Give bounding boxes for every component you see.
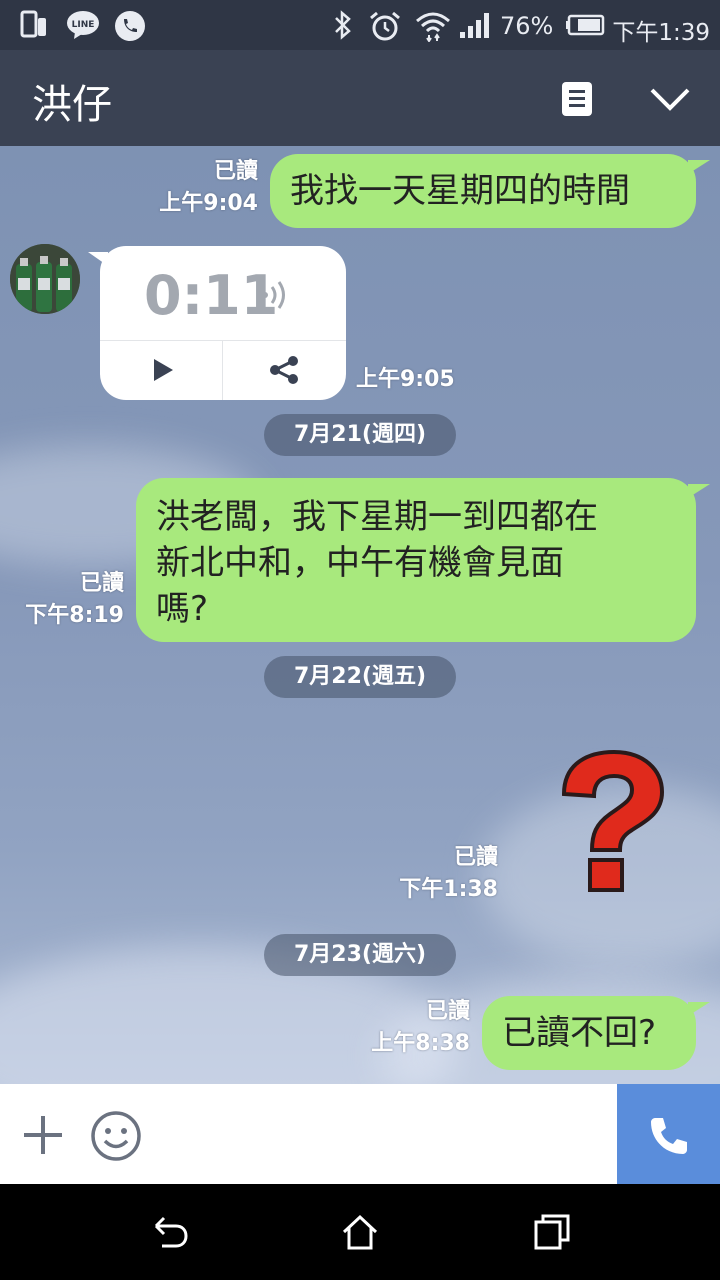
navigation-bar	[0, 1184, 720, 1280]
play-button[interactable]	[100, 341, 222, 400]
chat-header: 洪仔	[0, 50, 720, 146]
question-mark-sticker[interactable]	[550, 746, 670, 896]
message-meta: 已讀 上午9:04	[120, 156, 258, 220]
expand-menu-button[interactable]	[648, 84, 692, 114]
date-separator: 7月21(週四)	[264, 414, 456, 456]
phone-call-icon	[114, 10, 146, 46]
read-status: 已讀	[453, 845, 498, 870]
signal-icon	[458, 10, 492, 44]
bubble-tail	[688, 1002, 710, 1016]
emoji-icon	[90, 1111, 142, 1166]
play-icon	[152, 358, 174, 386]
chat-area[interactable]: 已讀 上午9:04 我找一天星期四的時間 0:11 上午9:05 7月21(週四…	[0, 146, 720, 1084]
message-time: 下午8:19	[25, 603, 124, 628]
date-separator: 7月22(週五)	[264, 656, 456, 698]
chevron-down-icon	[648, 88, 692, 118]
message-text: 我找一天星期四的時間	[290, 171, 630, 211]
message-time: 下午1:38	[399, 877, 498, 902]
bluetooth-icon	[332, 10, 354, 44]
voice-duration: 0:11	[144, 264, 279, 327]
battery-percent: 76%	[500, 12, 554, 40]
message-text-line: 洪老闆，我下星期一到四都在	[156, 497, 598, 537]
add-button[interactable]	[20, 1112, 66, 1158]
read-status: 已讀	[79, 571, 124, 596]
avatar[interactable]	[10, 244, 80, 314]
message-meta: 已讀 下午1:38	[380, 842, 498, 906]
message-meta: 已讀 上午8:38	[350, 996, 470, 1060]
read-status: 已讀	[425, 999, 470, 1024]
bubble-tail	[688, 484, 710, 498]
read-status: 已讀	[213, 159, 258, 184]
message-time: 上午9:05	[356, 367, 455, 392]
sent-message-bubble[interactable]: 洪老闆，我下星期一到四都在 新北中和，中午有機會見面 嗎?	[136, 478, 710, 642]
message-text-line: 新北中和，中午有機會見面	[156, 543, 564, 583]
back-button[interactable]	[150, 1212, 190, 1252]
voice-message-bubble: 0:11	[88, 246, 346, 400]
status-bar: LINE 76% 下午1:39	[0, 0, 720, 50]
sent-message-bubble[interactable]: 我找一天星期四的時間	[270, 154, 710, 228]
message-input[interactable]	[160, 1084, 616, 1184]
phone-icon	[647, 1114, 691, 1162]
share-icon	[269, 355, 299, 389]
home-icon	[340, 1214, 380, 1256]
chat-title: 洪仔	[32, 82, 112, 128]
svg-text:LINE: LINE	[72, 20, 95, 30]
message-time: 上午8:38	[371, 1031, 470, 1056]
message-text: 已讀不回?	[502, 1013, 657, 1053]
plus-icon	[20, 1116, 66, 1162]
sent-message-bubble[interactable]: 已讀不回?	[482, 996, 710, 1070]
input-bar	[0, 1084, 720, 1184]
home-button[interactable]	[340, 1212, 380, 1252]
alarm-icon	[368, 10, 402, 46]
message-meta: 已讀 下午8:19	[0, 568, 124, 632]
date-separator: 7月23(週六)	[264, 934, 456, 976]
clock: 下午1:39	[612, 20, 710, 46]
bubble-tail	[688, 160, 710, 174]
emoji-button[interactable]	[90, 1110, 142, 1162]
note-icon	[560, 82, 594, 122]
tablet-icon	[20, 10, 48, 44]
recent-apps-button[interactable]	[532, 1212, 572, 1252]
note-button[interactable]	[560, 80, 594, 118]
wifi-icon	[414, 10, 452, 46]
share-button[interactable]	[223, 341, 346, 400]
message-time: 上午9:04	[159, 191, 258, 216]
bubble-tail	[88, 252, 108, 266]
recent-apps-icon	[532, 1214, 572, 1256]
back-icon	[150, 1216, 190, 1256]
call-button[interactable]	[617, 1084, 720, 1184]
battery-icon	[566, 14, 606, 40]
line-app-icon: LINE	[66, 10, 100, 44]
sound-wave-icon	[260, 278, 294, 316]
message-text-line: 嗎?	[156, 589, 209, 629]
